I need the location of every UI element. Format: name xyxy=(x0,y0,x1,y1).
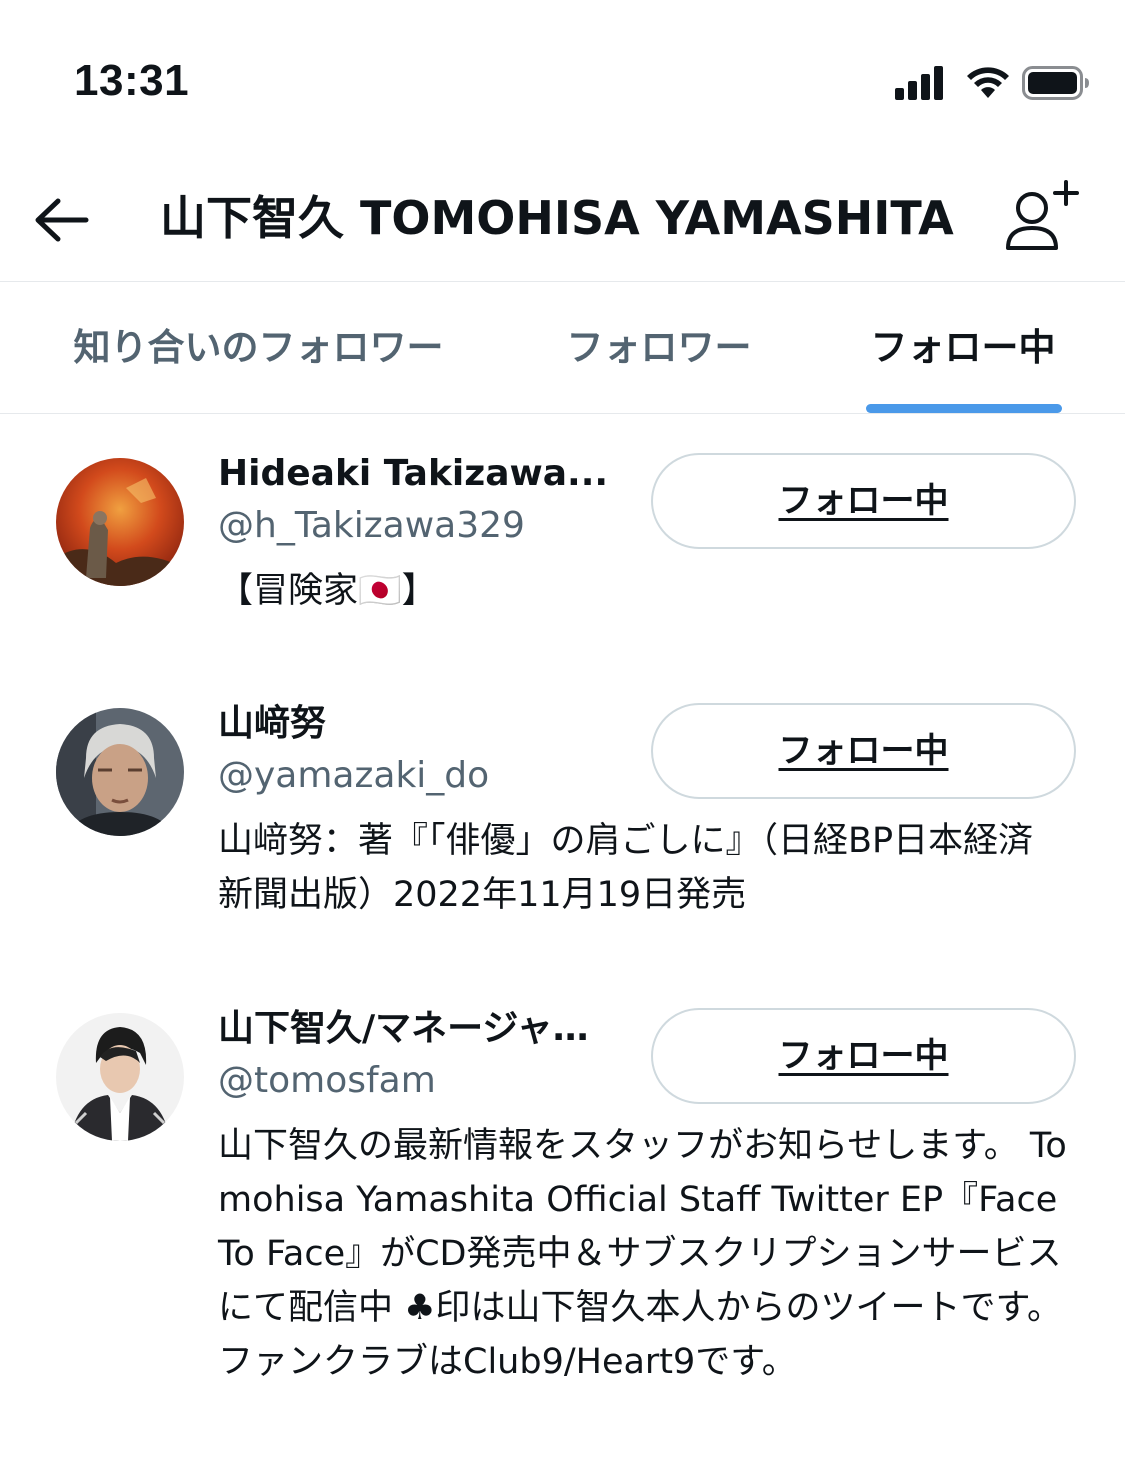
tab-bar: 知り合いのフォロワー フォロワー フォロー中 xyxy=(0,282,1125,414)
user-handle: @tomosfam xyxy=(218,1060,436,1101)
avatar[interactable] xyxy=(56,708,184,836)
following-button[interactable]: フォロー中 xyxy=(651,1008,1076,1104)
wifi-icon xyxy=(967,67,1009,98)
arrow-left-icon xyxy=(35,198,89,242)
user-display-name: 山﨑努 xyxy=(218,703,327,744)
user-list-item[interactable]: 山﨑努 @yamazaki_do 山﨑努：著『「俳優」の肩ごしに』（日経BP日本… xyxy=(0,690,1125,950)
active-tab-indicator xyxy=(866,404,1062,413)
following-button[interactable]: フォロー中 xyxy=(651,703,1076,799)
user-list-item[interactable]: 山下智久/マネージャ… @tomosfam 山下智久の最新情報をスタッフがお知ら… xyxy=(0,995,1125,1458)
tab-known-followers[interactable]: 知り合いのフォロワー xyxy=(56,282,461,414)
avatar-image xyxy=(56,458,184,586)
back-button[interactable] xyxy=(30,188,94,252)
status-time: 13:31 xyxy=(74,56,190,105)
tab-followers[interactable]: フォロワー xyxy=(556,282,762,414)
following-button[interactable]: フォロー中 xyxy=(651,453,1076,549)
nav-header: 山下智久 TOMOHISA YAMASHITA xyxy=(0,160,1125,282)
user-bio: 山﨑努：著『「俳優」の肩ごしに』（日経BP日本経済新聞出版）2022年11月19… xyxy=(218,821,1034,915)
user-handle: @h_Takizawa329 xyxy=(218,505,525,546)
add-user-button[interactable] xyxy=(998,178,1084,252)
avatar[interactable] xyxy=(56,1013,184,1141)
avatar[interactable] xyxy=(56,458,184,586)
signal-icon xyxy=(895,66,943,100)
avatar-image xyxy=(56,1013,184,1141)
user-list-item[interactable]: Hideaki Takizawa... @h_Takizawa329 【冒険家🇯… xyxy=(0,440,1125,670)
user-handle: @yamazaki_do xyxy=(218,755,490,796)
status-bar: 13:31 xyxy=(0,0,1125,160)
user-bio: 山下智久の最新情報をスタッフがお知らせします。 Tomohisa Yamashi… xyxy=(218,1126,1067,1382)
user-bio: 【冒険家🇯🇵】 xyxy=(218,571,437,611)
battery-icon xyxy=(1022,66,1089,100)
avatar-image xyxy=(56,708,184,836)
user-display-name: Hideaki Takizawa... xyxy=(218,453,609,494)
user-display-name: 山下智久/マネージャ… xyxy=(218,1008,589,1049)
add-user-icon xyxy=(1006,180,1079,250)
page-title: 山下智久 TOMOHISA YAMASHITA xyxy=(160,191,954,245)
tab-following[interactable]: フォロー中 xyxy=(860,282,1066,414)
